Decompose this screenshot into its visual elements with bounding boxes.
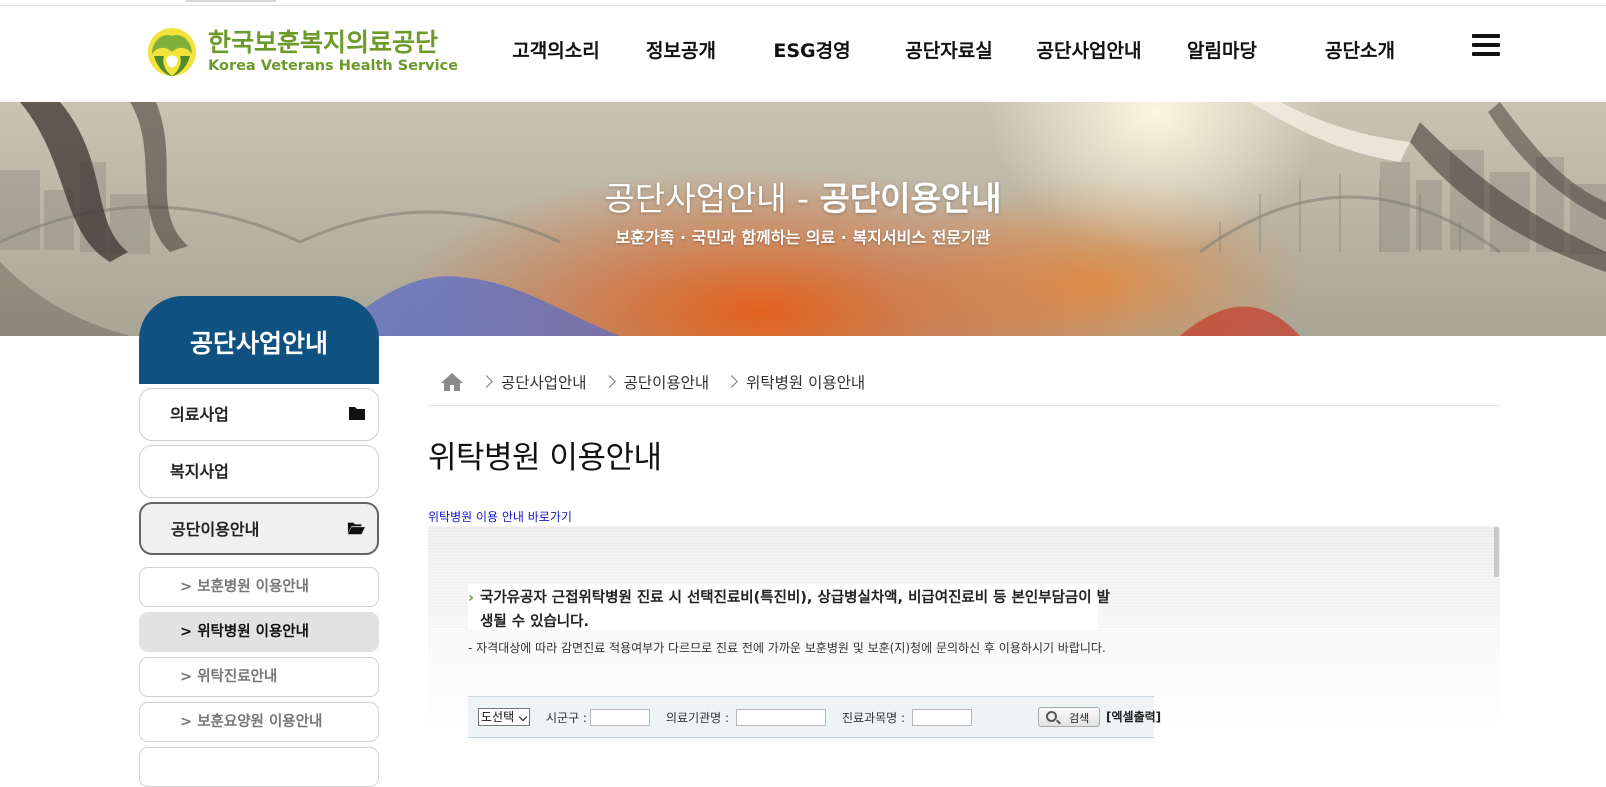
breadcrumb-item[interactable]: 공단사업안내 <box>476 371 587 393</box>
nav-item-information-disclosure[interactable]: 정보공개 <box>642 6 720 96</box>
home-icon[interactable] <box>440 371 464 393</box>
sidebar-subitem-contracted-hospital[interactable]: > 위탁병원 이용안내 <box>139 612 379 652</box>
shortcut-link[interactable]: 위탁병원 이용 안내 바로가기 <box>428 508 572 525</box>
scrollbar-thumb[interactable] <box>1494 527 1499 577</box>
site-logo[interactable]: 한국보훈복지의료공단 Korea Veterans Health Service <box>146 22 458 82</box>
chevron-right-icon <box>480 375 493 388</box>
sidebar-subitem-veterans-hospital[interactable]: > 보훈병원 이용안내 <box>139 567 379 607</box>
nav-item-business-guide[interactable]: 공단사업안내 <box>994 6 1184 96</box>
chevron-right-icon <box>602 375 616 388</box>
banner-title-section: 공단사업안내 <box>604 179 787 218</box>
breadcrumb-item[interactable]: 공단이용안내 <box>599 371 709 393</box>
department-label: 진료과목명 : <box>842 711 906 725</box>
province-select-value: 도선택 <box>481 710 515 724</box>
main-navigation: 고객의소리 정보공개 ESG경영 공단자료실 공단사업안내 알림마당 공단소개 <box>470 6 1460 96</box>
search-button-label: 검색 <box>1069 712 1090 725</box>
nav-item-notice[interactable]: 알림마당 <box>1184 6 1260 96</box>
institution-input[interactable] <box>736 709 826 726</box>
province-select[interactable]: 도선택 <box>478 708 530 726</box>
breadcrumb: 공단사업안내 공단이용안내 위탁병원 이용안내 <box>428 358 1500 406</box>
sidebar-item-label: 공단이용안내 <box>171 520 260 539</box>
nav-item-archive[interactable]: 공단자료실 <box>904 6 994 96</box>
logo-emblem-icon <box>148 28 196 76</box>
district-label: 시군구 : <box>546 711 587 725</box>
search-bar: 도선택 시군구 : 의료기관명 : 진료과목명 : 검색 [엑셀출력] <box>468 696 1161 738</box>
logo-title-korean: 한국보훈복지의료공단 <box>208 28 439 57</box>
sidebar-item-label: 복지사업 <box>170 462 229 481</box>
page-title: 위탁병원 이용안내 <box>428 440 662 476</box>
excel-export-link[interactable]: [엑셀출력] <box>1106 708 1161 725</box>
sidebar-subitem-label: > 보훈요양원 이용안내 <box>180 714 323 730</box>
notice-sub: - 자격대상에 따라 감면진료 적용여부가 다르므로 진료 전에 가까운 보훈병… <box>468 641 1106 655</box>
folder-icon <box>349 407 365 420</box>
district-input[interactable] <box>590 709 650 726</box>
sidebar-subitem-contracted-treatment[interactable]: > 위탁진료안내 <box>139 657 379 697</box>
sidebar-item-label: 의료사업 <box>170 405 229 424</box>
sidebar-subitem-label: > 보훈병원 이용안내 <box>180 579 309 595</box>
logo-title-english: Korea Veterans Health Service <box>208 58 459 74</box>
sidebar-item-medical-business[interactable]: 의료사업 <box>139 388 379 441</box>
embedded-hospital-finder: › 국가유공자 근접위탁병원 진료 시 선택진료비(특진비), 상급병실차액, … <box>428 526 1500 752</box>
search-button[interactable]: 검색 <box>1038 707 1100 727</box>
site-header: 한국보훈복지의료공단 Korea Veterans Health Service… <box>0 6 1606 102</box>
banner-title: 공단사업안내 - 공단이용안내 <box>0 172 1606 220</box>
banner-subtitle: 보훈가족 · 국민과 함께하는 의료 · 복지서비스 전문기관 <box>615 228 991 247</box>
sidebar-item-usage-guide[interactable]: 공단이용안내 <box>139 502 379 555</box>
sidebar-subitem-label: > 위탁진료안내 <box>180 669 278 685</box>
institution-label: 의료기관명 : <box>666 711 730 725</box>
sidebar-subitem-label: > 위탁병원 이용안내 <box>180 624 309 640</box>
breadcrumb-item-current[interactable]: 위탁병원 이용안내 <box>721 371 865 393</box>
search-icon <box>1046 711 1057 722</box>
department-input[interactable] <box>912 709 972 726</box>
nav-item-esg-management[interactable]: ESG경영 <box>720 6 904 96</box>
notice-main: › 국가유공자 근접위탁병원 진료 시 선택진료비(특진비), 상급병실차액, … <box>468 586 1118 634</box>
folder-open-icon <box>347 522 365 535</box>
banner-title-page: 공단이용안내 <box>819 179 1002 218</box>
hamburger-icon[interactable] <box>1472 32 1502 62</box>
chevron-right-icon <box>725 375 738 388</box>
sidebar-item-welfare-business[interactable]: 복지사업 <box>139 445 379 498</box>
nav-item-customer-voice[interactable]: 고객의소리 <box>470 6 642 96</box>
banner-title-separator: - <box>786 179 820 218</box>
sidebar-subitem-next[interactable] <box>139 747 379 787</box>
notice-main-text: 국가유공자 근접위탁병원 진료 시 선택진료비(특진비), 상급병실차액, 비급… <box>480 590 1110 630</box>
nav-item-about[interactable]: 공단소개 <box>1260 6 1460 96</box>
sidebar-subitem-nursing-home[interactable]: > 보훈요양원 이용안내 <box>139 702 379 742</box>
chevron-down-icon <box>518 712 528 722</box>
chevron-right-icon: › <box>468 590 474 606</box>
sidebar-heading: 공단사업안내 <box>139 296 379 384</box>
